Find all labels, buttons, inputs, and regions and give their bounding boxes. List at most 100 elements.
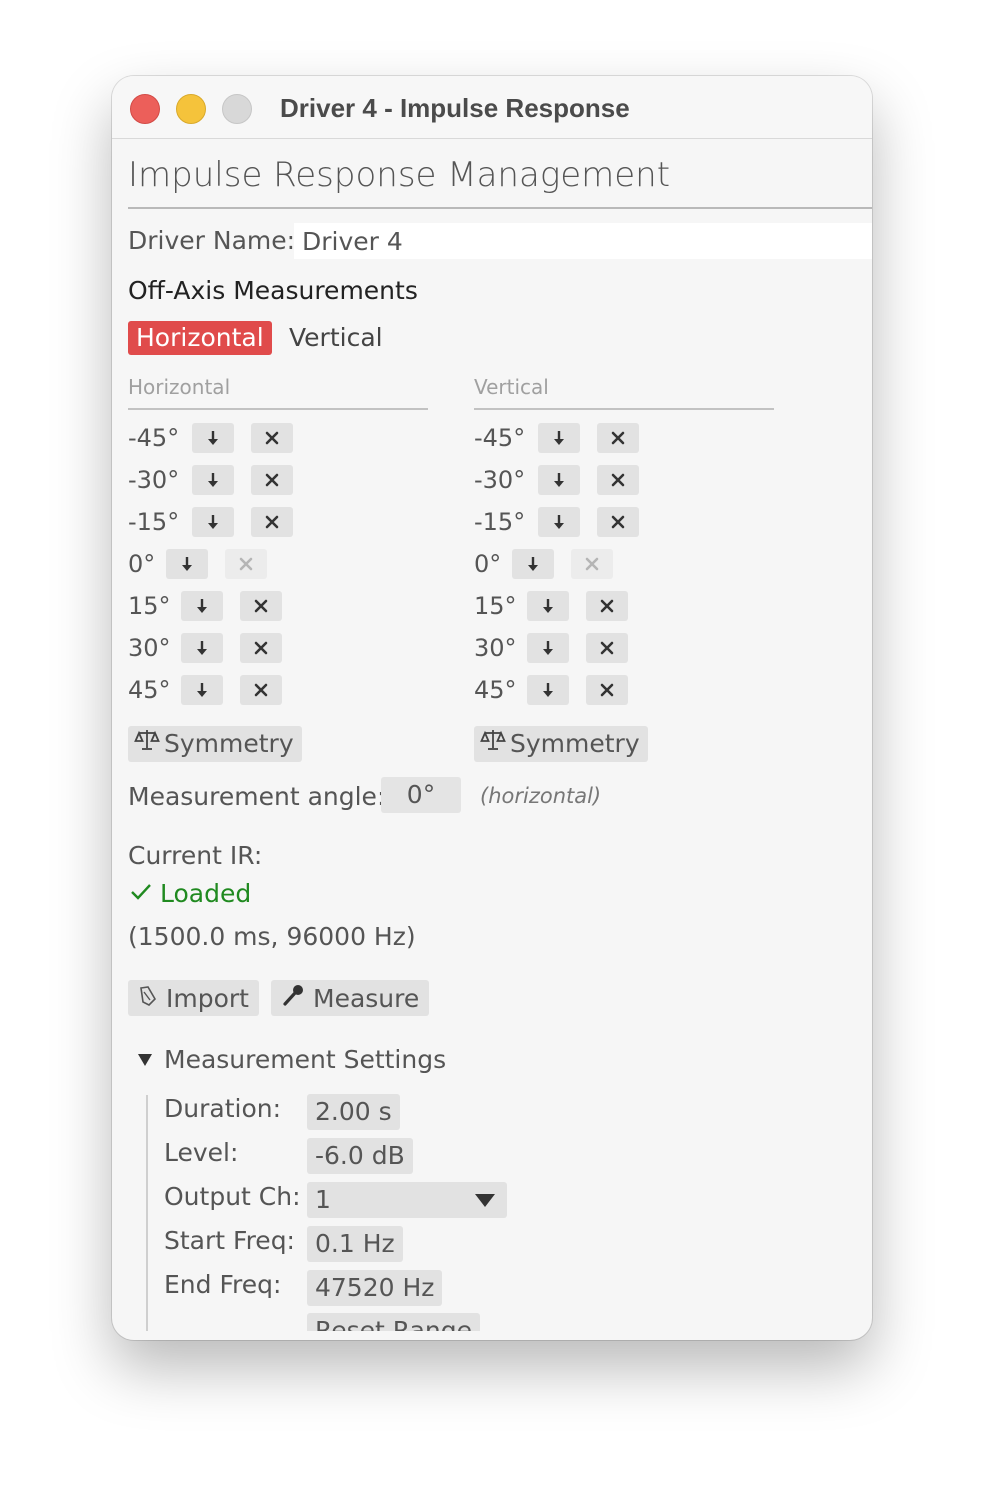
arrow-down-icon <box>205 513 221 531</box>
close-icon <box>264 514 280 530</box>
close-icon <box>599 598 615 614</box>
close-icon <box>264 472 280 488</box>
close-icon <box>253 640 269 656</box>
vertical-load-button[interactable] <box>538 423 580 453</box>
horizontal-load-button[interactable] <box>166 549 208 579</box>
zoom-window-button[interactable] <box>222 94 252 124</box>
vertical-angle-label: -45° <box>474 424 526 452</box>
horizontal-delete-button <box>225 549 267 579</box>
arrow-down-icon <box>551 471 567 489</box>
dropdown-arrow-icon <box>475 1194 495 1207</box>
horizontal-load-button[interactable] <box>192 507 234 537</box>
output-channel-value: 1 <box>315 1185 331 1214</box>
horizontal-delete-button[interactable] <box>240 591 282 621</box>
tab-vertical[interactable]: Vertical <box>281 321 391 355</box>
vertical-load-button[interactable] <box>538 507 580 537</box>
horizontal-load-button[interactable] <box>181 633 223 663</box>
driver-name-input[interactable] <box>294 223 872 259</box>
horizontal-load-button[interactable] <box>181 591 223 621</box>
output-channel-select[interactable]: 1 <box>307 1182 507 1218</box>
close-icon <box>610 514 626 530</box>
close-icon <box>599 682 615 698</box>
vertical-load-button[interactable] <box>527 591 569 621</box>
vertical-delete-button[interactable] <box>586 675 628 705</box>
arrow-down-icon <box>194 639 210 657</box>
vertical-delete-button[interactable] <box>597 423 639 453</box>
vertical-column-divider <box>474 408 774 410</box>
vertical-load-button[interactable] <box>527 675 569 705</box>
close-window-button[interactable] <box>130 94 160 124</box>
output-channel-label: Output Ch: <box>164 1182 301 1211</box>
settings-disclosure[interactable]: Measurement Settings <box>138 1045 446 1074</box>
arrow-down-icon <box>540 681 556 699</box>
horizontal-delete-button[interactable] <box>251 423 293 453</box>
vertical-angle-label: 30° <box>474 634 517 662</box>
vertical-angle-label: 45° <box>474 676 517 704</box>
window-title: Driver 4 - Impulse Response <box>280 93 630 123</box>
start-freq-field[interactable]: 0.1 Hz <box>307 1226 403 1262</box>
vertical-delete-button[interactable] <box>586 591 628 621</box>
level-label: Level: <box>164 1138 239 1167</box>
horizontal-load-button[interactable] <box>192 423 234 453</box>
horizontal-column-title: Horizontal <box>128 375 231 399</box>
current-ir-label: Current IR: <box>128 841 263 870</box>
settings-title: Measurement Settings <box>164 1045 447 1074</box>
horizontal-angle-label: 15° <box>128 592 171 620</box>
measurement-angle-note: (horizontal) <box>480 784 602 808</box>
horizontal-symmetry-button[interactable]: Symmetry <box>128 726 302 762</box>
horizontal-load-button[interactable] <box>181 675 223 705</box>
end-freq-label: End Freq: <box>164 1270 282 1299</box>
horizontal-delete-button[interactable] <box>240 675 282 705</box>
close-icon <box>610 430 626 446</box>
vertical-angle-label: -15° <box>474 508 526 536</box>
driver-name-label: Driver Name: <box>128 226 296 255</box>
vertical-delete-button <box>571 549 613 579</box>
import-button[interactable]: Import <box>128 980 259 1016</box>
horizontal-angle-label: 45° <box>128 676 171 704</box>
vertical-delete-button[interactable] <box>597 507 639 537</box>
start-freq-label: Start Freq: <box>164 1226 295 1255</box>
arrow-down-icon <box>540 597 556 615</box>
ir-details: (1500.0 ms, 96000 Hz) <box>128 922 416 951</box>
microphone-icon <box>281 983 305 1013</box>
horizontal-load-button[interactable] <box>192 465 234 495</box>
arrow-down-icon <box>551 513 567 531</box>
horizontal-column-divider <box>128 408 428 410</box>
ir-status-text: Loaded <box>160 879 252 908</box>
arrow-down-icon <box>194 597 210 615</box>
vertical-load-button[interactable] <box>527 633 569 663</box>
vertical-angle-label: -30° <box>474 466 526 494</box>
horizontal-delete-button[interactable] <box>251 507 293 537</box>
import-label: Import <box>166 983 249 1013</box>
vertical-symmetry-button[interactable]: Symmetry <box>474 726 648 762</box>
reset-range-button[interactable]: Reset Range <box>307 1313 481 1331</box>
settings-indent-line <box>146 1095 148 1331</box>
ir-status: Loaded <box>130 879 251 908</box>
horizontal-angle-label: 0° <box>128 550 156 578</box>
horizontal-delete-button[interactable] <box>251 465 293 495</box>
minimize-window-button[interactable] <box>176 94 206 124</box>
tab-horizontal[interactable]: Horizontal <box>128 321 272 355</box>
vertical-delete-button[interactable] <box>586 633 628 663</box>
vertical-angle-label: 0° <box>474 550 502 578</box>
end-freq-field[interactable]: 47520 Hz <box>307 1270 443 1306</box>
horizontal-angle-label: -15° <box>128 508 180 536</box>
measure-button[interactable]: Measure <box>271 980 430 1016</box>
content-area: Impulse Response Management Driver Name:… <box>112 139 872 1331</box>
vertical-load-button[interactable] <box>538 465 580 495</box>
measurement-angle-field[interactable]: 0° <box>381 777 461 813</box>
close-icon <box>264 430 280 446</box>
vertical-delete-button[interactable] <box>597 465 639 495</box>
close-icon <box>253 682 269 698</box>
vertical-load-button[interactable] <box>512 549 554 579</box>
measure-label: Measure <box>313 983 420 1013</box>
duration-field[interactable]: 2.00 s <box>307 1094 400 1130</box>
horizontal-delete-button[interactable] <box>240 633 282 663</box>
arrow-down-icon <box>194 681 210 699</box>
level-field[interactable]: -6.0 dB <box>307 1138 413 1174</box>
title-bar[interactable]: Driver 4 - Impulse Response <box>112 76 872 139</box>
impulse-response-window: Driver 4 - Impulse Response Impulse Resp… <box>112 76 872 1340</box>
arrow-down-icon <box>551 429 567 447</box>
close-icon <box>599 640 615 656</box>
balance-scale-icon <box>480 726 506 762</box>
